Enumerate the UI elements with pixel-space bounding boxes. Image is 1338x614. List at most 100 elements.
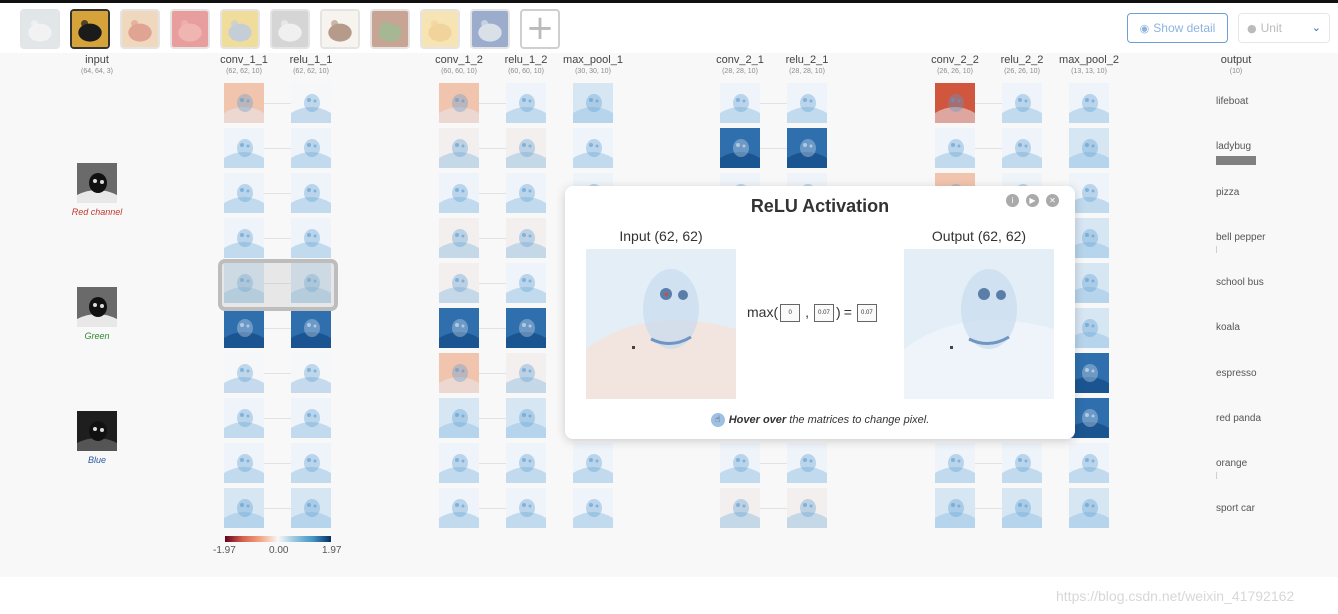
output-label-sport-car[interactable]: sport car xyxy=(1216,503,1255,514)
input-matrix[interactable] xyxy=(586,249,736,399)
feature-map[interactable] xyxy=(439,128,479,168)
feature-map[interactable] xyxy=(1069,218,1109,258)
unit-select[interactable]: ● Unit ⌄ xyxy=(1238,13,1330,43)
feature-map[interactable] xyxy=(1069,443,1109,483)
feature-map[interactable] xyxy=(506,353,546,393)
thumb-red-panda[interactable] xyxy=(370,9,410,49)
feature-map[interactable] xyxy=(224,218,264,258)
feature-map[interactable] xyxy=(224,398,264,438)
feature-map[interactable] xyxy=(1069,398,1109,438)
output-label-orange[interactable]: orange xyxy=(1216,458,1247,469)
add-image-button[interactable]: + xyxy=(520,9,560,49)
feature-map[interactable] xyxy=(439,173,479,213)
feature-map[interactable] xyxy=(720,83,760,123)
feature-map[interactable] xyxy=(787,488,827,528)
feature-map[interactable] xyxy=(1069,83,1109,123)
feature-map[interactable] xyxy=(224,443,264,483)
input-channel-image[interactable] xyxy=(77,163,117,203)
feature-map[interactable] xyxy=(506,443,546,483)
feature-map[interactable] xyxy=(291,398,331,438)
thumb-pizza[interactable] xyxy=(120,9,160,49)
feature-map[interactable] xyxy=(506,83,546,123)
feature-map[interactable] xyxy=(1069,128,1109,168)
feature-map[interactable] xyxy=(787,128,827,168)
feature-map[interactable] xyxy=(506,263,546,303)
close-icon[interactable]: ✕ xyxy=(1046,194,1059,207)
feature-map[interactable] xyxy=(1069,488,1109,528)
feature-map[interactable] xyxy=(439,218,479,258)
feature-map[interactable] xyxy=(506,173,546,213)
thumb-koala[interactable] xyxy=(270,9,310,49)
feature-map[interactable] xyxy=(224,173,264,213)
feature-map[interactable] xyxy=(935,83,975,123)
thumb-espresso[interactable] xyxy=(320,9,360,49)
feature-map[interactable] xyxy=(291,308,331,348)
play-icon[interactable]: ▶ xyxy=(1026,194,1039,207)
thumb-sport-car[interactable] xyxy=(470,9,510,49)
thumb-1[interactable] xyxy=(20,9,60,49)
feature-map[interactable] xyxy=(935,128,975,168)
thumb-ladybug[interactable] xyxy=(70,9,110,49)
feature-map[interactable] xyxy=(291,443,331,483)
feature-map[interactable] xyxy=(573,443,613,483)
feature-map[interactable] xyxy=(573,128,613,168)
input-channel-image[interactable] xyxy=(77,287,117,327)
output-label-bell-pepper[interactable]: bell pepper xyxy=(1216,232,1265,243)
thumb-school-bus[interactable] xyxy=(220,9,260,49)
feature-map[interactable] xyxy=(935,488,975,528)
feature-map[interactable] xyxy=(291,128,331,168)
feature-map[interactable] xyxy=(1002,443,1042,483)
feature-map[interactable] xyxy=(224,83,264,123)
feature-map[interactable] xyxy=(291,83,331,123)
output-label-pizza[interactable]: pizza xyxy=(1216,187,1239,198)
feature-map[interactable] xyxy=(224,488,264,528)
info-icon[interactable]: i xyxy=(1006,194,1019,207)
feature-map[interactable] xyxy=(224,353,264,393)
feature-map[interactable] xyxy=(506,488,546,528)
output-label-school-bus[interactable]: school bus xyxy=(1216,277,1264,288)
feature-map[interactable] xyxy=(506,128,546,168)
feature-map[interactable] xyxy=(439,353,479,393)
feature-map[interactable] xyxy=(1069,173,1109,213)
feature-map[interactable] xyxy=(1002,83,1042,123)
feature-map[interactable] xyxy=(1069,308,1109,348)
thumb-orange[interactable] xyxy=(420,9,460,49)
feature-map[interactable] xyxy=(224,128,264,168)
feature-map[interactable] xyxy=(1002,488,1042,528)
output-label-red-panda[interactable]: red panda xyxy=(1216,413,1261,424)
feature-map[interactable] xyxy=(506,398,546,438)
feature-map[interactable] xyxy=(439,488,479,528)
feature-map[interactable] xyxy=(720,128,760,168)
feature-map[interactable] xyxy=(935,443,975,483)
feature-map[interactable] xyxy=(573,83,613,123)
feature-map[interactable] xyxy=(787,443,827,483)
thumb-bell-pepper[interactable] xyxy=(170,9,210,49)
feature-map[interactable] xyxy=(573,488,613,528)
feature-map[interactable] xyxy=(787,83,827,123)
connector-line xyxy=(264,103,291,104)
output-matrix[interactable] xyxy=(904,249,1054,399)
feature-map[interactable] xyxy=(506,308,546,348)
output-label-espresso[interactable]: espresso xyxy=(1216,368,1257,379)
feature-map[interactable] xyxy=(291,173,331,213)
feature-map[interactable] xyxy=(291,353,331,393)
feature-map[interactable] xyxy=(291,488,331,528)
feature-map[interactable] xyxy=(720,443,760,483)
input-channel-image[interactable] xyxy=(77,411,117,451)
feature-map[interactable] xyxy=(439,83,479,123)
output-label-lifeboat[interactable]: lifeboat xyxy=(1216,96,1248,107)
feature-map[interactable] xyxy=(1002,128,1042,168)
feature-map[interactable] xyxy=(439,308,479,348)
feature-map[interactable] xyxy=(439,263,479,303)
show-detail-button[interactable]: ◉ Show detail xyxy=(1127,13,1228,43)
feature-map[interactable] xyxy=(224,308,264,348)
feature-map[interactable] xyxy=(439,443,479,483)
feature-map[interactable] xyxy=(439,398,479,438)
feature-map[interactable] xyxy=(291,218,331,258)
feature-map[interactable] xyxy=(1069,263,1109,303)
output-label-ladybug[interactable]: ladybug xyxy=(1216,141,1251,152)
feature-map[interactable] xyxy=(1069,353,1109,393)
feature-map[interactable] xyxy=(506,218,546,258)
feature-map[interactable] xyxy=(720,488,760,528)
output-label-koala[interactable]: koala xyxy=(1216,322,1240,333)
